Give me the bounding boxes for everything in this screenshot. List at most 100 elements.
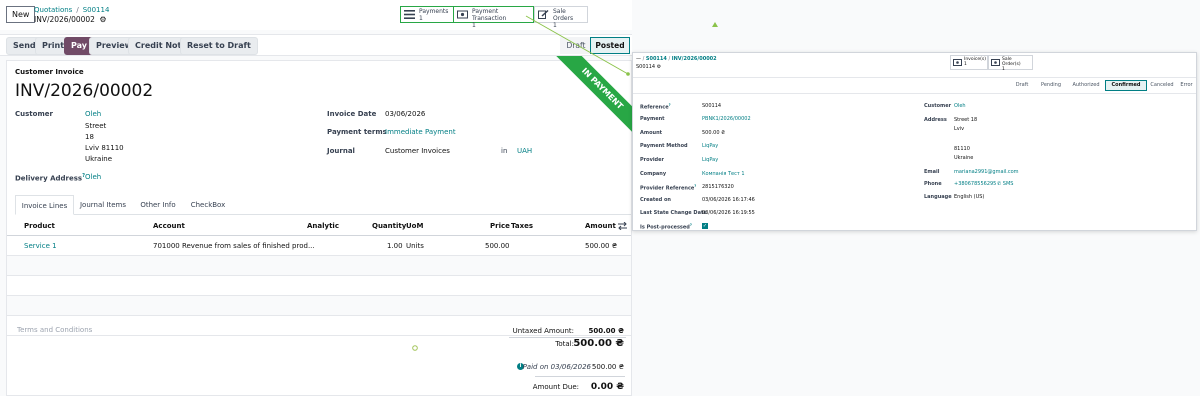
table-row[interactable]: Service 1 701000 Revenue from sales of f… — [7, 236, 631, 256]
sms-icon: ✆ — [997, 181, 1002, 187]
column-analytic[interactable]: Analytic — [307, 222, 339, 230]
delivery-address-link[interactable]: Oleh — [85, 173, 101, 181]
help-icon[interactable]: ? — [669, 103, 671, 107]
post-processed-label: Is Post-processed? — [640, 223, 692, 231]
provider-reference-label-text: Provider Reference — [640, 185, 695, 192]
payment-terms-label: Payment terms — [327, 128, 387, 136]
last-state-change-label: Last State Change Date — [640, 210, 707, 216]
back-arrow-icon[interactable]: — — [636, 56, 641, 62]
phone-link[interactable]: +380678556295 — [954, 181, 996, 187]
tab-journal-items[interactable]: Journal Items — [74, 195, 132, 215]
stage-confirmed[interactable]: Confirmed — [1105, 80, 1147, 91]
line-uom[interactable]: Units — [406, 242, 424, 250]
optional-columns-icon[interactable] — [618, 222, 627, 230]
paid-amount-value: 500.00 ₴ — [591, 363, 624, 371]
line-quantity[interactable]: 1.00 — [387, 242, 403, 250]
line-account[interactable]: 701000 Revenue from sales of finished pr… — [153, 242, 315, 250]
tab-checkbox[interactable]: CheckBox — [184, 195, 232, 215]
invoices-smart-button[interactable]: Invoice(s) 1 — [950, 55, 988, 70]
money-icon — [457, 10, 468, 19]
amount-value: 500.00 ₴ — [702, 130, 725, 136]
email-link[interactable]: mariana2991@gmail.com — [954, 169, 1019, 175]
popover-title: S00114 ⚙ — [636, 64, 661, 70]
popover-title-text: S00114 — [636, 64, 656, 70]
cursor-arrow — [712, 22, 718, 27]
customer-street: Street — [85, 122, 107, 130]
payment-transaction-form: — / S00114 / INV/2026/00002 S00114 ⚙ Inv… — [632, 52, 1197, 231]
provider-link[interactable]: LiqPay — [702, 157, 718, 163]
breadcrumb-quotations[interactable]: Quotations — [34, 6, 72, 14]
help-icon[interactable]: ? — [690, 223, 692, 227]
invoice-number: INV/2026/00002 — [15, 81, 154, 101]
untaxed-amount-value: 500.00 ₴ — [588, 327, 624, 335]
invoice-date-label: Invoice Date — [327, 110, 377, 118]
payment-label: Payment — [640, 116, 665, 122]
tab-invoice-lines[interactable]: Invoice Lines — [15, 195, 74, 215]
empty-row[interactable] — [7, 276, 631, 296]
payment-method-link[interactable]: LiqPay — [702, 143, 718, 149]
new-button[interactable]: New — [6, 6, 36, 23]
stage-authorized[interactable]: Authorized — [1067, 80, 1105, 91]
company-link[interactable]: Компанія Тест 1 — [702, 171, 745, 177]
notebook-tabs: Invoice Lines Journal Items Other Info C… — [15, 195, 631, 215]
stage-draft[interactable]: Draft — [1009, 80, 1035, 91]
column-quantity[interactable]: Quantity — [372, 222, 406, 230]
payments-smart-button[interactable]: Payments 1 — [400, 6, 454, 23]
created-on-label: Created on — [640, 197, 671, 203]
breadcrumb: Quotations / S00114 — [34, 6, 110, 14]
gear-icon[interactable]: ⚙ — [657, 64, 661, 70]
column-uom[interactable]: UoM — [406, 222, 423, 230]
line-amount: 500.00 ₴ — [585, 242, 618, 250]
stage-canceled[interactable]: Canceled — [1147, 80, 1177, 91]
popover-address-label: Address — [924, 117, 947, 123]
terms-and-conditions-field[interactable]: Terms and Conditions — [17, 326, 92, 334]
invoice-sheet: Customer Invoice INV/2026/00002 Customer… — [6, 60, 632, 396]
customer-label: Customer — [15, 110, 53, 118]
column-price[interactable]: Price — [490, 222, 510, 230]
column-product[interactable]: Product — [24, 222, 55, 230]
customer-link[interactable]: Oleh — [85, 110, 101, 118]
popover-breadcrumb-order[interactable]: S00114 — [646, 56, 667, 62]
journal-in-text: in — [501, 147, 508, 155]
sale-orders-label: Sale Order(s) — [1002, 57, 1021, 67]
column-amount[interactable]: Amount — [585, 222, 616, 230]
total-value: 500.00 ₴ — [573, 338, 624, 349]
payments-label: Payments — [419, 8, 449, 15]
total-label: Total: — [555, 340, 574, 348]
phone-label: Phone — [924, 181, 942, 187]
sale-orders-smart-button[interactable]: Sale Order(s) 1 — [988, 55, 1033, 72]
invoice-date-field[interactable]: 03/06/2026 — [385, 110, 425, 118]
language-label: Language — [924, 194, 952, 200]
company-label: Company — [640, 171, 667, 177]
provider-reference-label: Provider Reference? — [640, 184, 696, 192]
help-icon[interactable]: ? — [694, 184, 696, 188]
popover-breadcrumb-invoice[interactable]: INV/2026/00002 — [672, 56, 717, 62]
stage-pending[interactable]: Pending — [1035, 80, 1067, 91]
payment-method-label: Payment Method — [640, 143, 688, 149]
payment-link[interactable]: PBNK1/2026/00002 — [702, 116, 751, 122]
line-product[interactable]: Service 1 — [24, 242, 57, 250]
column-taxes[interactable]: Taxes — [511, 222, 533, 230]
popover-customer-link[interactable]: Oleh — [954, 103, 966, 109]
reset-to-draft-button[interactable]: Reset to Draft — [180, 37, 258, 55]
column-account[interactable]: Account — [153, 222, 185, 230]
gear-icon[interactable]: ⚙ — [99, 15, 106, 24]
tab-other-info[interactable]: Other Info — [132, 195, 184, 215]
money-icon — [991, 59, 1000, 66]
post-processed-checkbox[interactable]: ✓ — [702, 223, 708, 229]
breadcrumb-order[interactable]: S00114 — [83, 6, 110, 14]
popover-address-country: Ukraine — [954, 155, 974, 161]
money-icon — [953, 59, 962, 66]
line-price[interactable]: 500.00 — [485, 242, 510, 250]
payment-terms-link[interactable]: Immediate Payment — [385, 128, 456, 136]
sms-button[interactable]: ✆ SMS — [997, 181, 1013, 187]
provider-reference-value: 2815176320 — [702, 184, 734, 190]
cursor-marker — [412, 345, 418, 351]
currency-link[interactable]: UAH — [517, 147, 532, 155]
stage-error[interactable]: Error — [1177, 80, 1196, 91]
reference-label-text: Reference — [640, 104, 669, 111]
empty-row[interactable] — [7, 296, 631, 316]
journal-field[interactable]: Customer Invoices — [385, 147, 450, 155]
popover-customer-label: Customer — [924, 103, 952, 109]
empty-row[interactable] — [7, 256, 631, 276]
